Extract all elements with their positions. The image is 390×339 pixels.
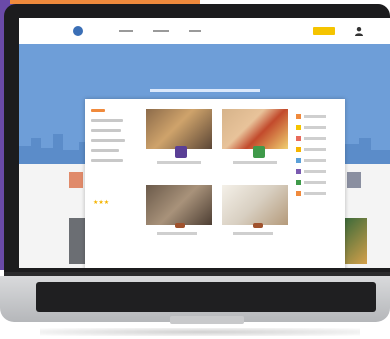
legend-item[interactable]	[296, 146, 338, 153]
user-icon[interactable]	[354, 26, 364, 36]
menu-line	[91, 109, 105, 112]
listing-image-restaurant[interactable]	[146, 109, 212, 149]
legend-item[interactable]	[296, 124, 338, 131]
laptop-touchpad	[170, 316, 244, 324]
hero-title-placeholder	[19, 88, 390, 94]
listing-tag	[175, 223, 185, 228]
side-image-right[interactable]	[345, 218, 367, 264]
category-legend	[296, 113, 338, 201]
category-badge-icon	[253, 146, 265, 158]
listing-panel: ★★★	[85, 99, 345, 268]
menu-line[interactable]	[91, 139, 125, 142]
listing-caption	[233, 232, 273, 235]
nav-item-3[interactable]	[189, 28, 201, 33]
laptop-screen: ★★★	[19, 18, 390, 268]
laptop-shadow	[40, 328, 360, 336]
listing-caption	[157, 232, 197, 235]
legend-item[interactable]	[296, 135, 338, 142]
listing-tag	[253, 223, 263, 228]
legend-item[interactable]	[296, 113, 338, 120]
category-menu	[91, 109, 133, 169]
listing-image-interior[interactable]	[146, 185, 212, 225]
menu-line[interactable]	[91, 119, 123, 122]
legend-item[interactable]	[296, 157, 338, 164]
legend-item[interactable]	[296, 168, 338, 175]
header-cta-button[interactable]	[313, 27, 335, 35]
logo-icon[interactable]	[73, 26, 83, 36]
listing-image-food[interactable]	[222, 109, 288, 149]
listing-caption	[157, 161, 201, 164]
side-thumbnail-left[interactable]	[69, 172, 83, 188]
laptop-keyboard	[36, 282, 376, 312]
nav-item-2[interactable]	[153, 28, 169, 33]
menu-line[interactable]	[91, 159, 123, 162]
legend-item[interactable]	[296, 179, 338, 186]
site-header	[19, 18, 390, 45]
listing-image-bedroom[interactable]	[222, 185, 288, 225]
menu-line[interactable]	[91, 129, 121, 132]
side-thumbnail-right[interactable]	[347, 172, 361, 188]
menu-line[interactable]	[91, 149, 119, 152]
category-badge-icon	[175, 146, 187, 158]
nav-item-1[interactable]	[119, 28, 133, 33]
listing-caption	[233, 161, 277, 164]
star-rating-icon: ★★★	[93, 200, 110, 206]
legend-item[interactable]	[296, 190, 338, 197]
